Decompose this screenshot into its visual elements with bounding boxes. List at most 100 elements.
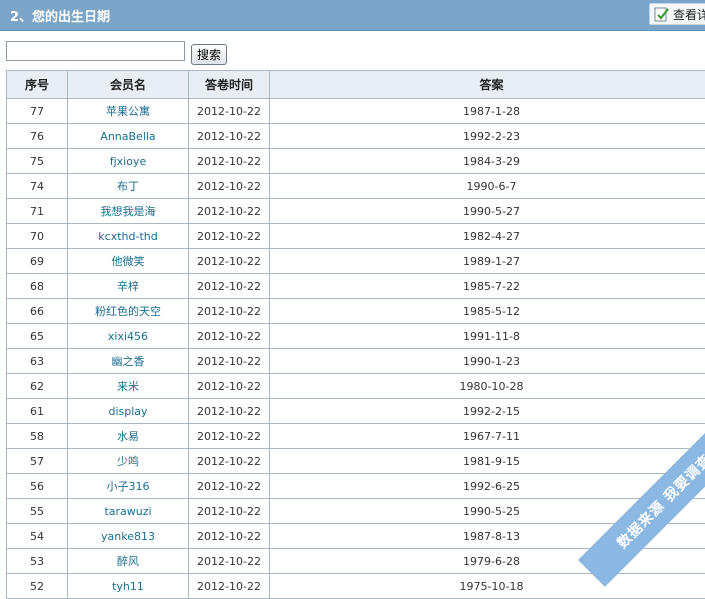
table-row: 68 辛梓 2012-10-22 1985-7-22 <box>6 273 705 299</box>
table-row: 69 他微笑 2012-10-22 1989-1-27 <box>6 248 705 274</box>
row-id: 69 <box>6 248 68 274</box>
column-header-answer[interactable]: 答案 <box>269 70 705 99</box>
row-time: 2012-10-22 <box>188 473 270 499</box>
member-link[interactable]: 幽之香 <box>112 355 145 368</box>
row-id: 63 <box>6 348 68 374</box>
member-link[interactable]: yanke813 <box>101 530 155 543</box>
row-answer: 1989-1-27 <box>269 248 705 274</box>
row-time: 2012-10-22 <box>188 373 270 399</box>
row-answer: 1987-1-28 <box>269 98 705 124</box>
row-answer: 1992-6-25 <box>269 473 705 499</box>
member-link[interactable]: 辛梓 <box>117 280 139 293</box>
row-member: 他微笑 <box>67 248 189 274</box>
row-answer: 1990-6-7 <box>269 173 705 199</box>
view-details-label: 查看详 <box>673 7 705 22</box>
row-time: 2012-10-22 <box>188 523 270 549</box>
row-answer: 1992-2-23 <box>269 123 705 149</box>
row-time: 2012-10-22 <box>188 423 270 449</box>
question-header: 2、您的出生日期 查看详 <box>0 0 705 31</box>
table-row: 65 xixi456 2012-10-22 1991-11-8 <box>6 323 705 349</box>
column-header-time[interactable]: 答卷时间 <box>188 70 270 99</box>
row-answer: 1985-5-12 <box>269 298 705 324</box>
row-member: 小子316 <box>67 473 189 499</box>
member-link[interactable]: kcxthd-thd <box>98 230 157 243</box>
row-answer: 1981-9-15 <box>269 448 705 474</box>
member-link[interactable]: 水易 <box>117 430 139 443</box>
member-link[interactable]: 他微笑 <box>112 255 145 268</box>
view-details-button[interactable]: 查看详 <box>649 3 705 25</box>
row-member: xixi456 <box>67 323 189 349</box>
row-time: 2012-10-22 <box>188 148 270 174</box>
member-link[interactable]: 小子316 <box>107 480 150 493</box>
question-title: 2、您的出生日期 <box>10 10 111 25</box>
view-details-icon <box>654 7 669 22</box>
row-member: 辛梓 <box>67 273 189 299</box>
row-time: 2012-10-22 <box>188 348 270 374</box>
row-answer: 1992-2-15 <box>269 398 705 424</box>
row-answer: 1985-7-22 <box>269 273 705 299</box>
row-id: 62 <box>6 373 68 399</box>
row-member: tyh11 <box>67 573 189 599</box>
member-link[interactable]: 我想我是海 <box>101 205 156 218</box>
row-member: 少鸣 <box>67 448 189 474</box>
row-answer: 1991-11-8 <box>269 323 705 349</box>
row-answer: 1990-5-27 <box>269 198 705 224</box>
table-row: 66 粉红色的天空 2012-10-22 1985-5-12 <box>6 298 705 324</box>
row-id: 75 <box>6 148 68 174</box>
table-row: 62 来米 2012-10-22 1980-10-28 <box>6 373 705 399</box>
row-id: 65 <box>6 323 68 349</box>
table-row: 58 水易 2012-10-22 1967-7-11 <box>6 423 705 449</box>
member-link[interactable]: 粉红色的天空 <box>95 305 161 318</box>
row-id: 61 <box>6 398 68 424</box>
row-time: 2012-10-22 <box>188 448 270 474</box>
column-header-member[interactable]: 会员名 <box>67 70 189 99</box>
table-body: 77 苹果公寓 2012-10-22 1987-1-28 76 AnnaBella 2012… <box>6 98 705 599</box>
member-link[interactable]: fjxioye <box>110 155 147 168</box>
row-id: 52 <box>6 573 68 599</box>
member-link[interactable]: display <box>108 405 147 418</box>
row-time: 2012-10-22 <box>188 498 270 524</box>
member-link[interactable]: tarawuzi <box>104 505 151 518</box>
row-time: 2012-10-22 <box>188 123 270 149</box>
search-input[interactable] <box>6 41 185 61</box>
row-member: 我想我是海 <box>67 198 189 224</box>
row-time: 2012-10-22 <box>188 573 270 599</box>
member-link[interactable]: 苹果公寓 <box>106 105 150 118</box>
table-row: 61 display 2012-10-22 1992-2-15 <box>6 398 705 424</box>
row-member: yanke813 <box>67 523 189 549</box>
row-time: 2012-10-22 <box>188 223 270 249</box>
row-member: 来米 <box>67 373 189 399</box>
row-member: kcxthd-thd <box>67 223 189 249</box>
member-link[interactable]: 来米 <box>117 380 139 393</box>
table-row: 57 少鸣 2012-10-22 1981-9-15 <box>6 448 705 474</box>
row-id: 57 <box>6 448 68 474</box>
member-link[interactable]: AnnaBella <box>100 130 155 143</box>
member-link[interactable]: 少鸣 <box>117 455 139 468</box>
row-time: 2012-10-22 <box>188 548 270 574</box>
row-member: AnnaBella <box>67 123 189 149</box>
row-id: 53 <box>6 548 68 574</box>
row-time: 2012-10-22 <box>188 323 270 349</box>
row-member: fjxioye <box>67 148 189 174</box>
row-id: 74 <box>6 173 68 199</box>
table-row: 56 小子316 2012-10-22 1992-6-25 <box>6 473 705 499</box>
row-time: 2012-10-22 <box>188 273 270 299</box>
column-header-id[interactable]: 序号 <box>6 70 68 99</box>
row-answer: 1990-1-23 <box>269 348 705 374</box>
row-answer: 1967-7-11 <box>269 423 705 449</box>
member-link[interactable]: 布丁 <box>117 180 139 193</box>
member-link[interactable]: xixi456 <box>108 330 148 343</box>
row-id: 58 <box>6 423 68 449</box>
row-answer: 1982-4-27 <box>269 223 705 249</box>
row-id: 70 <box>6 223 68 249</box>
table-row: 75 fjxioye 2012-10-22 1984-3-29 <box>6 148 705 174</box>
row-member: tarawuzi <box>67 498 189 524</box>
row-member: 粉红色的天空 <box>67 298 189 324</box>
row-id: 77 <box>6 98 68 124</box>
search-button[interactable]: 搜索 <box>191 44 227 65</box>
row-member: 幽之香 <box>67 348 189 374</box>
member-link[interactable]: 醉风 <box>117 555 139 568</box>
table-row: 74 布丁 2012-10-22 1990-6-7 <box>6 173 705 199</box>
row-id: 66 <box>6 298 68 324</box>
member-link[interactable]: tyh11 <box>112 580 144 593</box>
